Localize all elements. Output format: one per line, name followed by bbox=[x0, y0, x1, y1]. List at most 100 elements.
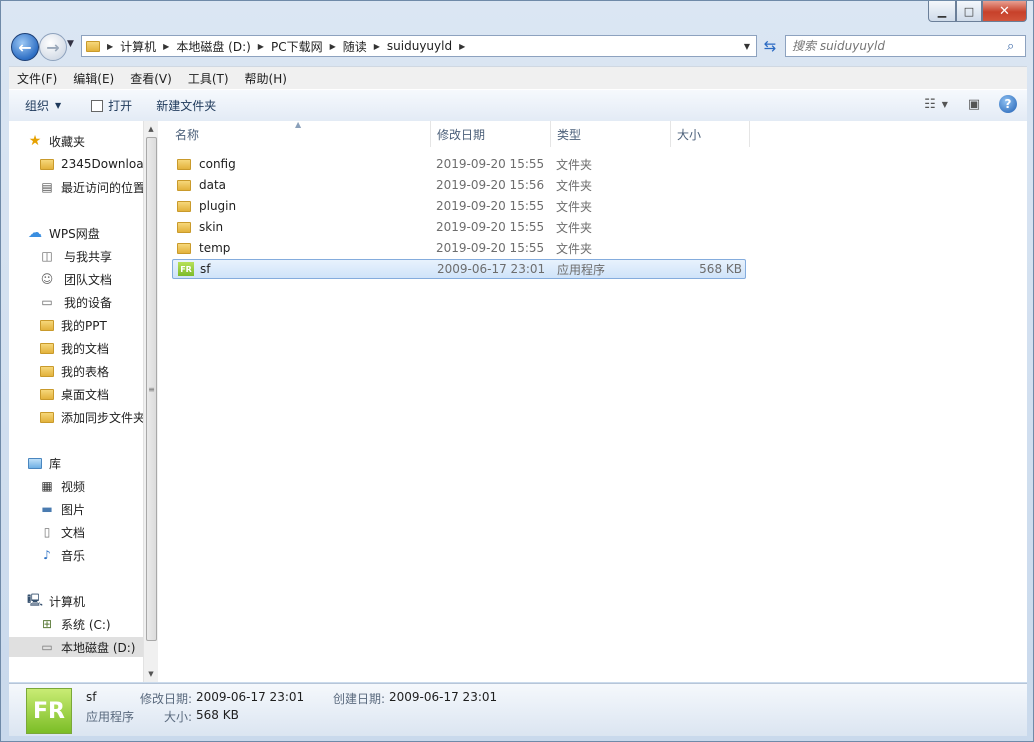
nav-label: 我的PPT bbox=[61, 318, 107, 333]
nav-item-2345download[interactable]: 2345Downloa bbox=[39, 154, 143, 174]
file-row[interactable]: temp 2019-09-20 15:55 文件夹 bbox=[172, 238, 746, 258]
nav-item-documents[interactable]: ▯ 文档 bbox=[39, 522, 143, 542]
nav-item-my-ppt[interactable]: 我的PPT bbox=[39, 315, 143, 335]
file-name-text: data bbox=[199, 178, 227, 192]
address-dropdown-icon[interactable]: ▼ bbox=[740, 36, 754, 56]
nav-item-music[interactable]: ♪ 音乐 bbox=[39, 545, 143, 565]
minimize-icon: ▁ bbox=[937, 4, 947, 18]
new-folder-button[interactable]: 新建文件夹 bbox=[148, 94, 224, 118]
help-button[interactable]: ? bbox=[999, 95, 1017, 113]
column-name[interactable]: 名称 bbox=[169, 121, 431, 147]
details-view-icon: ☷ bbox=[924, 96, 936, 112]
file-name-text: skin bbox=[199, 220, 224, 234]
nav-label: 我的表格 bbox=[61, 364, 110, 379]
open-button[interactable]: 打开 bbox=[83, 94, 140, 118]
file-date: 2019-09-20 15:56 bbox=[436, 178, 545, 192]
nav-wps-cloud[interactable]: ☁ WPS网盘 bbox=[27, 223, 143, 243]
file-type: 应用程序 bbox=[557, 262, 606, 277]
scroll-up-icon[interactable]: ▲ bbox=[144, 122, 158, 136]
folder-icon bbox=[177, 242, 191, 254]
nav-label: WPS网盘 bbox=[49, 226, 100, 241]
recent-pages-dropdown[interactable]: ▼ bbox=[67, 39, 74, 49]
scrollbar-thumb[interactable]: ≡ bbox=[146, 137, 157, 641]
organize-button[interactable]: 组织 ▼ bbox=[17, 94, 69, 118]
nav-label: 图片 bbox=[61, 502, 86, 517]
document-icon: ▯ bbox=[43, 525, 51, 539]
column-type[interactable]: 类型 bbox=[551, 121, 671, 147]
scroll-down-icon[interactable]: ▼ bbox=[144, 667, 158, 681]
file-size: 568 KB bbox=[699, 262, 742, 276]
folder-icon bbox=[177, 158, 191, 170]
breadcrumb-pcdownload[interactable]: PC下载网 bbox=[267, 36, 327, 56]
back-button[interactable]: ← bbox=[11, 33, 39, 61]
nav-item-add-sync-folder[interactable]: 添加同步文件夹 bbox=[39, 407, 143, 427]
maximize-button[interactable]: □ bbox=[956, 1, 982, 22]
file-name-text: temp bbox=[199, 241, 231, 255]
nav-item-videos[interactable]: ▦ 视频 bbox=[39, 476, 143, 496]
address-bar[interactable]: ▶ 计算机 ▶ 本地磁盘 (D:) ▶ PC下载网 ▶ 随读 ▶ suiduyu… bbox=[81, 35, 757, 57]
forward-button[interactable]: → bbox=[39, 33, 67, 61]
menu-edit[interactable]: 编辑(E) bbox=[65, 70, 122, 87]
menu-file[interactable]: 文件(F) bbox=[9, 70, 65, 87]
library-icon bbox=[27, 456, 43, 470]
breadcrumb-computer[interactable]: 计算机 bbox=[116, 36, 160, 56]
nav-item-pictures[interactable]: ▬ 图片 bbox=[39, 499, 143, 519]
refresh-button[interactable]: ⇆ bbox=[759, 35, 781, 57]
chevron-right-icon[interactable]: ▶ bbox=[104, 42, 116, 51]
file-row[interactable]: config 2019-09-20 15:55 文件夹 bbox=[172, 154, 746, 174]
change-view-button[interactable]: ☷ ▼ bbox=[923, 94, 949, 114]
nav-item-team-docs[interactable]: ☺ 团队文档 bbox=[39, 269, 143, 289]
file-row[interactable]: data 2019-09-20 15:56 文件夹 bbox=[172, 175, 746, 195]
column-type-label: 类型 bbox=[557, 127, 582, 142]
search-icon[interactable]: ⌕ bbox=[1007, 39, 1025, 54]
breadcrumb-suiduyuyld[interactable]: suiduyuyld bbox=[383, 36, 456, 56]
nav-label: 库 bbox=[49, 456, 62, 471]
file-date: 2009-06-17 23:01 bbox=[437, 262, 546, 276]
file-row[interactable]: skin 2019-09-20 15:55 文件夹 bbox=[172, 217, 746, 237]
breadcrumb-suidu[interactable]: 随读 bbox=[339, 36, 371, 56]
chevron-right-icon[interactable]: ▶ bbox=[371, 42, 383, 51]
column-date-label: 修改日期 bbox=[437, 127, 486, 142]
column-date-modified[interactable]: 修改日期 bbox=[431, 121, 551, 147]
file-name: config bbox=[177, 154, 236, 174]
video-icon: ▦ bbox=[41, 479, 53, 493]
nav-item-shared-with-me[interactable]: ◫ 与我共享 bbox=[39, 246, 143, 266]
computer-icon: 🖳 bbox=[27, 592, 44, 607]
chevron-right-icon[interactable]: ▶ bbox=[456, 42, 468, 51]
file-type: 文件夹 bbox=[556, 241, 593, 256]
nav-item-my-sheets[interactable]: 我的表格 bbox=[39, 361, 143, 381]
explorer-window: ▁ □ ✕ ← → ▼ ▶ 计算机 ▶ 本地磁盘 (D:) ▶ PC下载网 ▶ … bbox=[0, 0, 1034, 742]
nav-libraries[interactable]: 库 bbox=[27, 453, 143, 473]
breadcrumb-drive-d[interactable]: 本地磁盘 (D:) bbox=[172, 36, 254, 56]
nav-computer[interactable]: 🖳 计算机 bbox=[27, 591, 143, 611]
nav-item-desktop-docs[interactable]: 桌面文档 bbox=[39, 384, 143, 404]
file-row[interactable]: plugin 2019-09-20 15:55 文件夹 bbox=[172, 196, 746, 216]
file-date: 2019-09-20 15:55 bbox=[436, 220, 545, 234]
nav-item-recent-places[interactable]: ▤ 最近访问的位置 bbox=[39, 177, 143, 197]
close-button[interactable]: ✕ bbox=[982, 1, 1027, 22]
file-row-selected[interactable]: FR sf 2009-06-17 23:01 应用程序 568 KB bbox=[172, 259, 746, 279]
nav-item-my-devices[interactable]: ▭ 我的设备 bbox=[39, 292, 143, 312]
nav-favorites[interactable]: ★ 收藏夹 bbox=[27, 131, 143, 151]
minimize-button[interactable]: ▁ bbox=[928, 1, 956, 22]
chevron-right-icon[interactable]: ▶ bbox=[327, 42, 339, 51]
preview-pane-button[interactable]: ▣ bbox=[961, 94, 987, 114]
chevron-right-icon[interactable]: ▶ bbox=[160, 42, 172, 51]
chevron-right-icon[interactable]: ▶ bbox=[255, 42, 267, 51]
search-box[interactable]: ⌕ bbox=[785, 35, 1026, 57]
menu-view[interactable]: 查看(V) bbox=[122, 70, 180, 87]
star-icon: ★ bbox=[28, 133, 42, 149]
navigation-scrollbar[interactable]: ▲ ≡ ▼ bbox=[143, 121, 158, 682]
menu-tools[interactable]: 工具(T) bbox=[180, 70, 237, 87]
nav-item-drive-d[interactable]: ▭ 本地磁盘 (D:) bbox=[9, 637, 143, 657]
search-input[interactable] bbox=[786, 38, 1007, 54]
column-size[interactable]: 大小 bbox=[671, 121, 750, 147]
nav-item-my-docs[interactable]: 我的文档 bbox=[39, 338, 143, 358]
folder-icon bbox=[177, 221, 191, 233]
details-file-type: 应用程序 bbox=[86, 710, 135, 724]
nav-item-drive-c[interactable]: ⊞ 系统 (C:) bbox=[39, 614, 143, 634]
menu-help[interactable]: 帮助(H) bbox=[237, 70, 295, 87]
file-type: 文件夹 bbox=[556, 157, 593, 172]
preview-pane-icon: ▣ bbox=[967, 96, 981, 112]
command-bar: 组织 ▼ 打开 新建文件夹 ☷ ▼ ▣ ? bbox=[9, 89, 1027, 122]
